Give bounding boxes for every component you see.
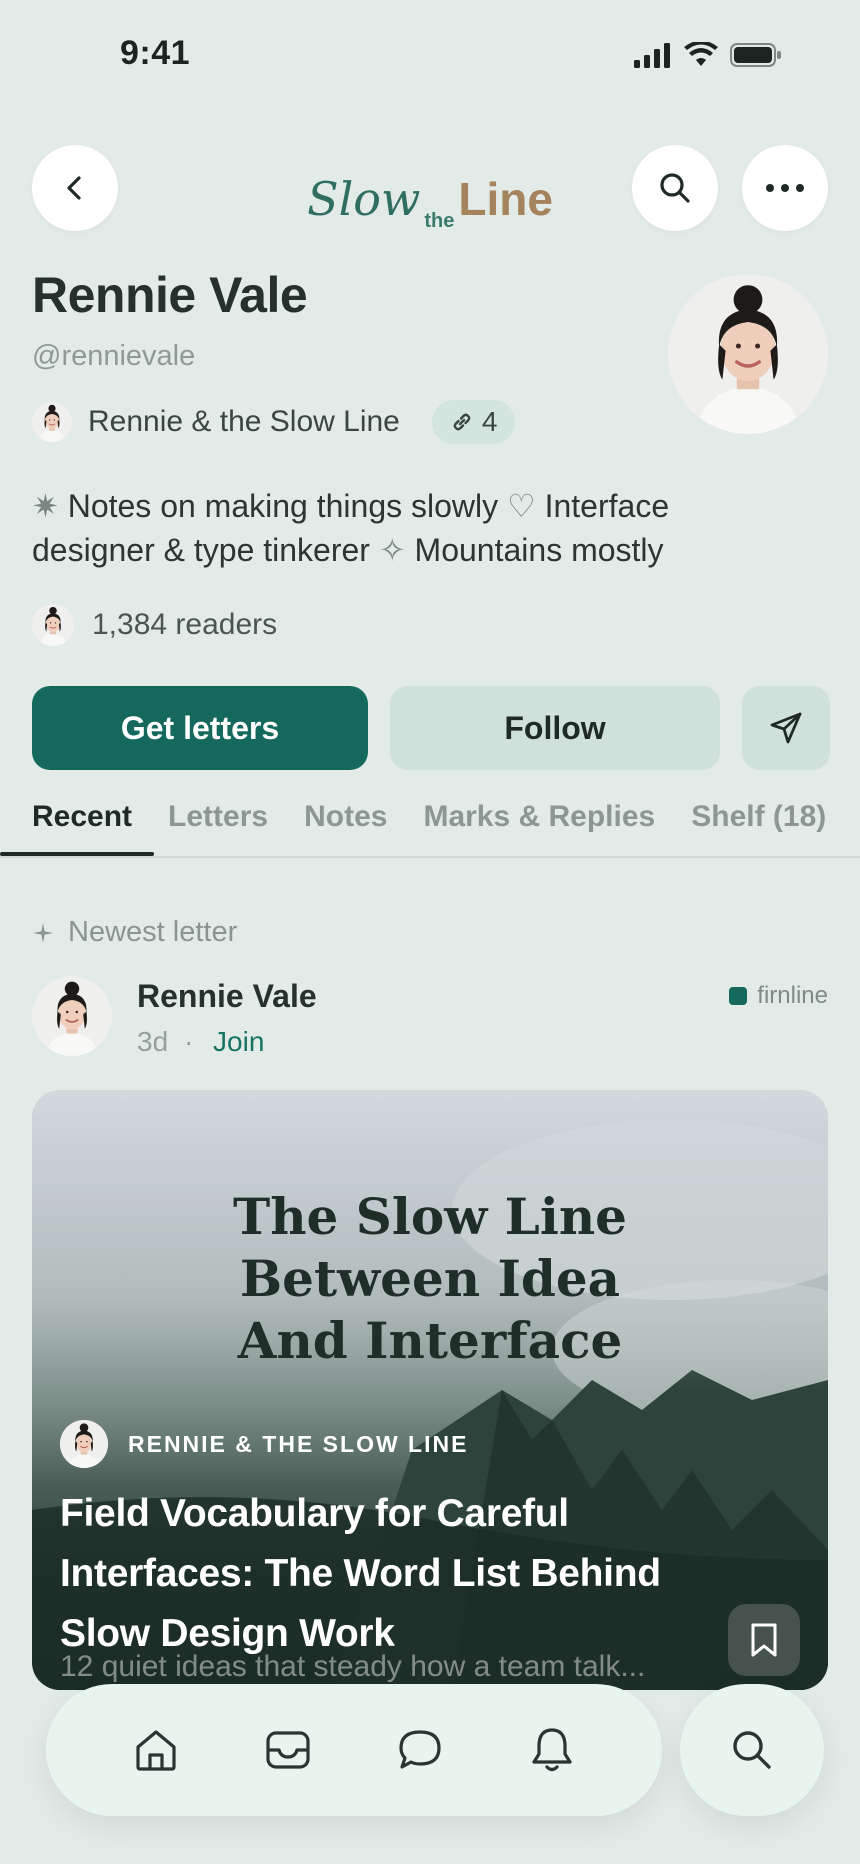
asterisk-icon: ✷: [32, 488, 59, 524]
cover-title-line: Between Idea: [239, 1249, 621, 1308]
letter-card[interactable]: The Slow Line Between Idea And Interface…: [32, 1090, 828, 1690]
tag-dot-icon: [729, 987, 748, 1005]
section-label: Newest letter: [32, 916, 237, 949]
message-button[interactable]: [742, 686, 830, 770]
profile-handle: @rennievale: [32, 340, 196, 372]
headline-line: Field Vocabulary for Careful: [60, 1492, 569, 1535]
signal-icon: [634, 43, 670, 68]
nav-search-button[interactable]: [680, 1684, 824, 1816]
links-count: 4: [481, 406, 498, 437]
publication-avatar: [32, 402, 72, 442]
battery-icon: [730, 43, 781, 67]
card-publication-name: RENNIE & THE SLOW LINE: [128, 1430, 469, 1457]
publication-name[interactable]: Rennie & the Slow Line: [88, 405, 400, 439]
more-horizontal-icon: [766, 184, 804, 192]
reader-avatar: [32, 604, 74, 646]
logo-slow: Slow: [307, 172, 421, 226]
tab-recent[interactable]: Recent: [32, 800, 132, 834]
nav-home[interactable]: [126, 1720, 186, 1780]
tab-marks-replies[interactable]: Marks & Replies: [423, 800, 655, 834]
profile-avatar[interactable]: [668, 274, 828, 434]
cover-title-line: The Slow Line: [233, 1187, 627, 1246]
nav-notifications[interactable]: [522, 1720, 582, 1780]
bio-text-4: Mountains mostly: [405, 532, 664, 568]
tab-letters[interactable]: Letters: [168, 800, 268, 834]
active-tab-indicator: [0, 852, 154, 856]
profile-name: Rennie Vale: [32, 267, 308, 323]
headline-line: Interfaces: The Word List Behind: [60, 1552, 661, 1595]
author-avatar[interactable]: [32, 976, 112, 1056]
tag-label: firnline: [757, 982, 828, 1009]
link-icon: [453, 413, 471, 431]
logo-the: the: [424, 210, 455, 232]
follow-button[interactable]: Follow: [390, 686, 720, 770]
cover-title-line: And Interface: [237, 1311, 623, 1370]
bio-text-1: Notes on making things slowly: [58, 488, 508, 524]
home-icon: [136, 1730, 176, 1771]
status-icons: [634, 42, 782, 68]
post-age: 3d: [137, 1026, 169, 1057]
publication-tag[interactable]: firnline: [729, 982, 828, 1010]
sparkle-icon: ✧: [378, 532, 406, 568]
card-publication: RENNIE & THE SLOW LINE: [60, 1420, 468, 1468]
readers-row[interactable]: 1,384 readers: [32, 604, 277, 646]
post-meta: 3d · Join: [137, 1026, 264, 1058]
search-icon: [660, 173, 690, 203]
nav-chat[interactable]: [390, 1720, 450, 1780]
sparkle-icon: [33, 922, 53, 943]
search-icon: [733, 1731, 771, 1769]
card-cover-title: The Slow Line Between Idea And Interface: [32, 1186, 828, 1372]
profile-bio: ✷ Notes on making things slowly ♡ Interf…: [32, 484, 752, 572]
tab-notes[interactable]: Notes: [304, 800, 387, 834]
card-publication-avatar: [60, 1420, 108, 1468]
section-label-text: Newest letter: [68, 916, 238, 948]
author-name[interactable]: Rennie Vale: [137, 978, 317, 1015]
heart-icon: ♡: [507, 488, 536, 524]
card-headline[interactable]: Field Vocabulary for Careful Interfaces:…: [60, 1484, 760, 1664]
links-chip[interactable]: 4: [431, 400, 516, 444]
tab-shelf[interactable]: Shelf (18): [691, 800, 826, 834]
nav-inbox[interactable]: [258, 1720, 318, 1780]
bio-text-3: designer & type tinkerer: [32, 532, 379, 568]
meta-separator: ·: [183, 1026, 194, 1057]
inbox-icon: [266, 1731, 310, 1769]
join-link[interactable]: Join: [213, 1026, 264, 1057]
search-button[interactable]: [632, 145, 718, 231]
bookmark-icon: [751, 1623, 777, 1657]
bottom-nav: [46, 1684, 662, 1816]
profile-tabs: Recent Letters Notes Marks & Replies She…: [32, 800, 826, 834]
publication-row[interactable]: Rennie & the Slow Line 4: [32, 400, 516, 444]
readers-count: 1,384 readers: [92, 608, 278, 641]
wifi-icon: [684, 42, 718, 66]
send-icon: [770, 712, 802, 744]
avatar-photo: [668, 274, 828, 434]
bookmark-button[interactable]: [728, 1604, 800, 1676]
status-time: 9:41: [120, 34, 191, 72]
bell-icon: [532, 1728, 572, 1772]
bio-text-2: Interface: [535, 488, 670, 524]
card-subtitle: 12 quiet ideas that steady how a team ta…: [60, 1650, 646, 1683]
app-logo: Slow theLine: [0, 172, 860, 232]
more-button[interactable]: [742, 145, 828, 231]
chat-bubble-icon: [399, 1730, 441, 1769]
logo-line: Line: [458, 173, 553, 225]
get-letters-button[interactable]: Get letters: [32, 686, 368, 770]
tabs-divider: [0, 856, 860, 858]
